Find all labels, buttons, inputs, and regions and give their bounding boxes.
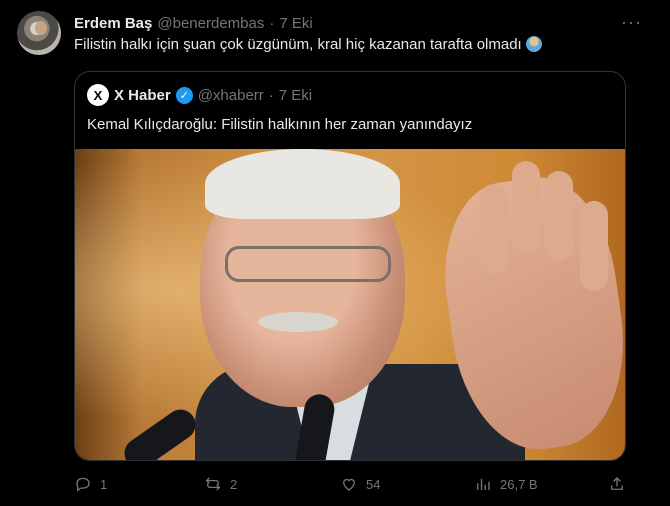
quoted-tweet-header: X X Haber ✓ @xhaberr · 7 Eki — [87, 84, 312, 106]
quoted-tweet-photo[interactable] — [75, 149, 625, 460]
tweet-time[interactable]: 7 Eki — [279, 15, 312, 32]
photo-finger — [480, 184, 508, 274]
quoted-tweet-text: Kemal Kılıçdaroğlu: Filistin halkının he… — [87, 116, 473, 133]
photo-finger — [580, 201, 608, 291]
reply-button[interactable]: 1 — [74, 475, 107, 493]
like-button[interactable]: 54 — [340, 475, 380, 493]
tweet-header: Erdem Baş @benerdembas · 7 Eki — [74, 12, 313, 34]
view-count: 26,7 B — [500, 476, 538, 492]
views-chart-icon — [477, 478, 490, 490]
more-options-icon[interactable]: ··· — [621, 12, 642, 33]
quoted-author-handle[interactable]: @xhaberr — [198, 87, 264, 104]
photo-finger — [545, 171, 573, 261]
share-icon — [611, 477, 623, 490]
repost-count: 2 — [230, 476, 238, 492]
quoted-author-name[interactable]: X Haber — [114, 87, 171, 104]
reply-count: 1 — [100, 476, 108, 492]
verified-badge-icon: ✓ — [175, 86, 193, 104]
author-handle[interactable]: @benerdembas — [157, 15, 264, 32]
repost-button[interactable]: 2 — [204, 475, 237, 493]
share-button[interactable] — [608, 475, 626, 493]
author-name[interactable]: Erdem Baş — [74, 15, 152, 32]
quoted-separator: · — [268, 86, 274, 104]
photo-glasses — [225, 246, 391, 282]
quoted-tweet-card[interactable]: X X Haber ✓ @xhaberr · 7 Eki Kemal Kılıç… — [74, 71, 626, 461]
x-haber-logo-icon: X — [87, 84, 109, 106]
author-avatar[interactable] — [17, 11, 61, 55]
emoji-icon — [525, 36, 542, 52]
photo-mustache — [258, 312, 338, 332]
tweet-text: Filistin halkı için şuan çok üzgünüm, kr… — [74, 36, 542, 53]
views-button[interactable]: 26,7 B — [474, 475, 538, 493]
header-separator: · — [269, 14, 275, 32]
photo-hair — [205, 149, 400, 219]
photo-finger — [512, 161, 540, 251]
reply-icon — [76, 477, 90, 492]
tweet-text-content: Filistin halkı için şuan çok üzgünüm, kr… — [74, 36, 522, 53]
repost-icon — [205, 477, 221, 491]
tweet-actions-bar: 1 2 54 26,7 B — [74, 475, 634, 497]
quoted-tweet-time: 7 Eki — [278, 86, 313, 104]
heart-icon — [343, 478, 355, 491]
like-count: 54 — [366, 476, 381, 492]
